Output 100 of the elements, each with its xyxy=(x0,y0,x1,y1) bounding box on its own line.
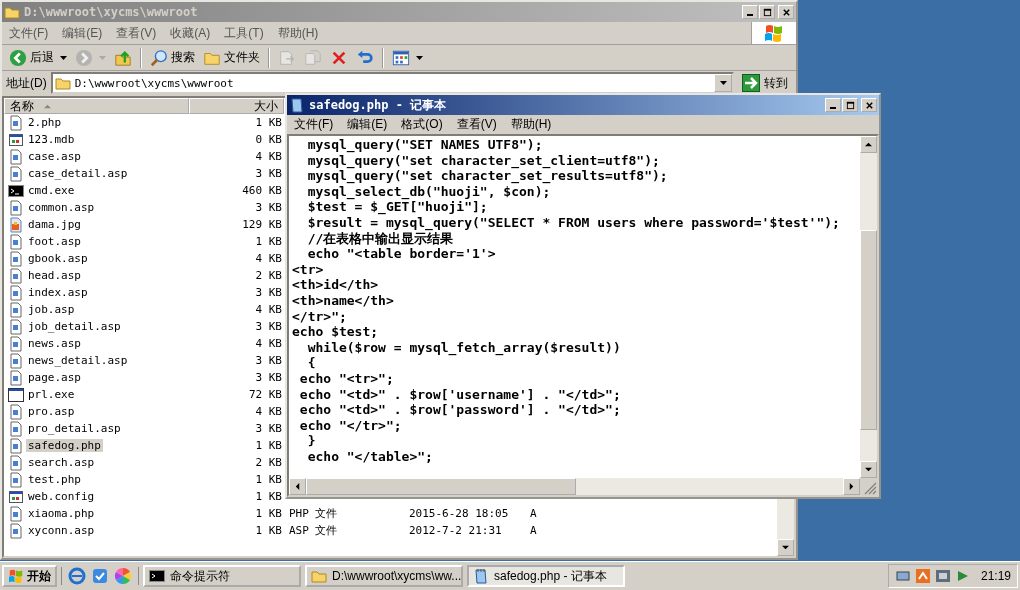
file-name[interactable]: pro.asp xyxy=(26,405,77,418)
file-name[interactable]: job_detail.asp xyxy=(26,320,123,333)
column-header[interactable]: 大小 xyxy=(189,98,284,114)
maximize-button[interactable] xyxy=(842,98,858,112)
file-name[interactable]: foot.asp xyxy=(26,235,83,248)
code-line: { xyxy=(306,355,316,371)
file-name[interactable]: job.asp xyxy=(26,303,77,316)
code-line: mysql_select_db("huoji", $con); xyxy=(306,183,551,200)
script-file-icon xyxy=(8,114,24,131)
menu-item[interactable]: 编辑(E) xyxy=(55,22,110,44)
menu-item[interactable]: 文件(F) xyxy=(287,114,341,135)
search-icon xyxy=(150,48,168,67)
file-name[interactable]: web.config xyxy=(26,490,97,503)
file-size: 3 KB xyxy=(254,201,282,214)
menu-item[interactable]: 帮助(H) xyxy=(503,114,559,135)
caret-icon xyxy=(416,55,423,60)
file-size: 3 KB xyxy=(254,167,282,180)
file-name[interactable]: head.asp xyxy=(26,269,83,282)
go-button[interactable]: 转到 xyxy=(738,74,792,92)
menu-item[interactable]: 收藏(A) xyxy=(163,22,218,44)
code-line: <th>name</th> xyxy=(292,292,394,309)
menu-item[interactable]: 格式(O) xyxy=(394,114,450,135)
scroll-down-button[interactable] xyxy=(777,539,794,556)
folders-button[interactable]: 文件夹 xyxy=(200,47,263,68)
file-size: 3 KB xyxy=(254,422,282,435)
file-name[interactable]: news.asp xyxy=(26,337,83,350)
browser-icon[interactable] xyxy=(68,567,86,585)
start-button[interactable]: 开始 xyxy=(2,565,57,587)
file-size: 3 KB xyxy=(254,354,282,367)
file-name[interactable]: dama.jpg xyxy=(26,218,83,231)
file-name[interactable]: case_detail.asp xyxy=(26,167,130,180)
menu-item[interactable]: 查看(V) xyxy=(109,22,164,44)
column-header[interactable]: 名称 xyxy=(4,98,189,114)
close-button[interactable] xyxy=(778,5,794,19)
move-to-icon xyxy=(278,48,296,67)
code-line: mysql_query("SET NAMES UTF8"); xyxy=(306,137,543,153)
file-type: PHP 文件 xyxy=(288,506,339,521)
taskbar-button[interactable]: D:\wwwroot\xycms\ww... xyxy=(305,565,463,587)
file-size: 1 KB xyxy=(254,490,282,503)
taskbar-button[interactable]: 命令提示符 xyxy=(143,565,301,587)
file-name[interactable]: case.asp xyxy=(26,150,83,163)
arrow-down-icon xyxy=(782,544,789,551)
code-line: mysql_query("set character_set_client=utf8"); xyxy=(306,152,660,169)
code-line: $test = $_GET["huoji"]; xyxy=(306,199,488,215)
taskbar-button[interactable]: safedog.php - 记事本 xyxy=(467,565,625,587)
script-file-icon xyxy=(8,284,24,301)
code-line: echo "</tr>"; xyxy=(298,417,402,434)
arrow-down-icon xyxy=(865,466,872,473)
file-name[interactable]: news_detail.asp xyxy=(26,354,130,367)
menu-item[interactable]: 查看(V) xyxy=(449,114,504,135)
code-line: echo "<table border='1'> xyxy=(306,246,496,262)
file-name[interactable]: 123.mdb xyxy=(26,133,77,146)
maximize-button[interactable] xyxy=(759,5,775,19)
file-attributes: A xyxy=(530,524,537,537)
script-file-icon xyxy=(8,454,24,471)
code-line: echo "<td>" . $row['password'] . "</td>"; xyxy=(298,402,621,418)
flag-logo-icon xyxy=(764,24,784,42)
file-name[interactable]: pro_detail.asp xyxy=(26,422,123,435)
file-name[interactable]: search.asp xyxy=(26,456,97,469)
minimize-button[interactable] xyxy=(742,5,758,19)
console-icon xyxy=(149,568,165,584)
file-type: ASP 文件 xyxy=(288,523,339,538)
vertical-scrollbar[interactable] xyxy=(860,136,877,478)
file-name[interactable]: xiaoma.php xyxy=(26,507,97,520)
file-attributes: A xyxy=(530,507,537,520)
file-name[interactable]: test.php xyxy=(26,473,83,486)
file-size: 4 KB xyxy=(254,303,282,316)
file-name[interactable]: common.asp xyxy=(26,201,97,214)
clock: 21:19 xyxy=(980,569,1011,583)
search-button[interactable]: 搜索 xyxy=(147,47,198,68)
file-name[interactable]: gbook.asp xyxy=(26,252,90,265)
menu-item[interactable]: 工具(T) xyxy=(217,22,271,44)
file-size: 3 KB xyxy=(254,320,282,333)
file-size: 4 KB xyxy=(254,405,282,418)
script-file-icon xyxy=(8,165,24,182)
script-file-icon xyxy=(8,352,24,369)
address-field[interactable]: D:\wwwroot\xycms\wwwroot xyxy=(50,72,734,94)
file-size: 4 KB xyxy=(254,252,282,265)
menu-item[interactable]: 编辑(E) xyxy=(340,114,395,135)
menu-item[interactable]: 帮助(H) xyxy=(270,22,326,44)
script-file-icon xyxy=(8,250,24,267)
back-button[interactable]: 后退 xyxy=(6,47,70,68)
horizontal-scrollbar[interactable] xyxy=(289,478,877,495)
program-window-icon xyxy=(8,386,24,403)
file-name[interactable]: xyconn.asp xyxy=(26,524,97,537)
file-name[interactable]: index.asp xyxy=(26,286,90,299)
file-name[interactable]: safedog.php xyxy=(26,439,103,452)
copy-to-icon xyxy=(304,48,322,67)
file-name[interactable]: cmd.exe xyxy=(26,184,77,197)
console-icon xyxy=(8,182,24,199)
close-button[interactable] xyxy=(861,98,877,112)
caret-icon[interactable] xyxy=(719,81,727,85)
file-name[interactable]: page.asp xyxy=(26,371,83,384)
image-file-icon xyxy=(8,216,24,233)
minimize-button[interactable] xyxy=(825,98,841,112)
file-name[interactable]: 2.php xyxy=(26,116,64,129)
script-file-icon xyxy=(8,335,24,352)
file-name[interactable]: prl.exe xyxy=(26,388,77,401)
color-wheel-icon[interactable] xyxy=(114,567,132,585)
menu-item[interactable]: 文件(F) xyxy=(2,22,56,44)
